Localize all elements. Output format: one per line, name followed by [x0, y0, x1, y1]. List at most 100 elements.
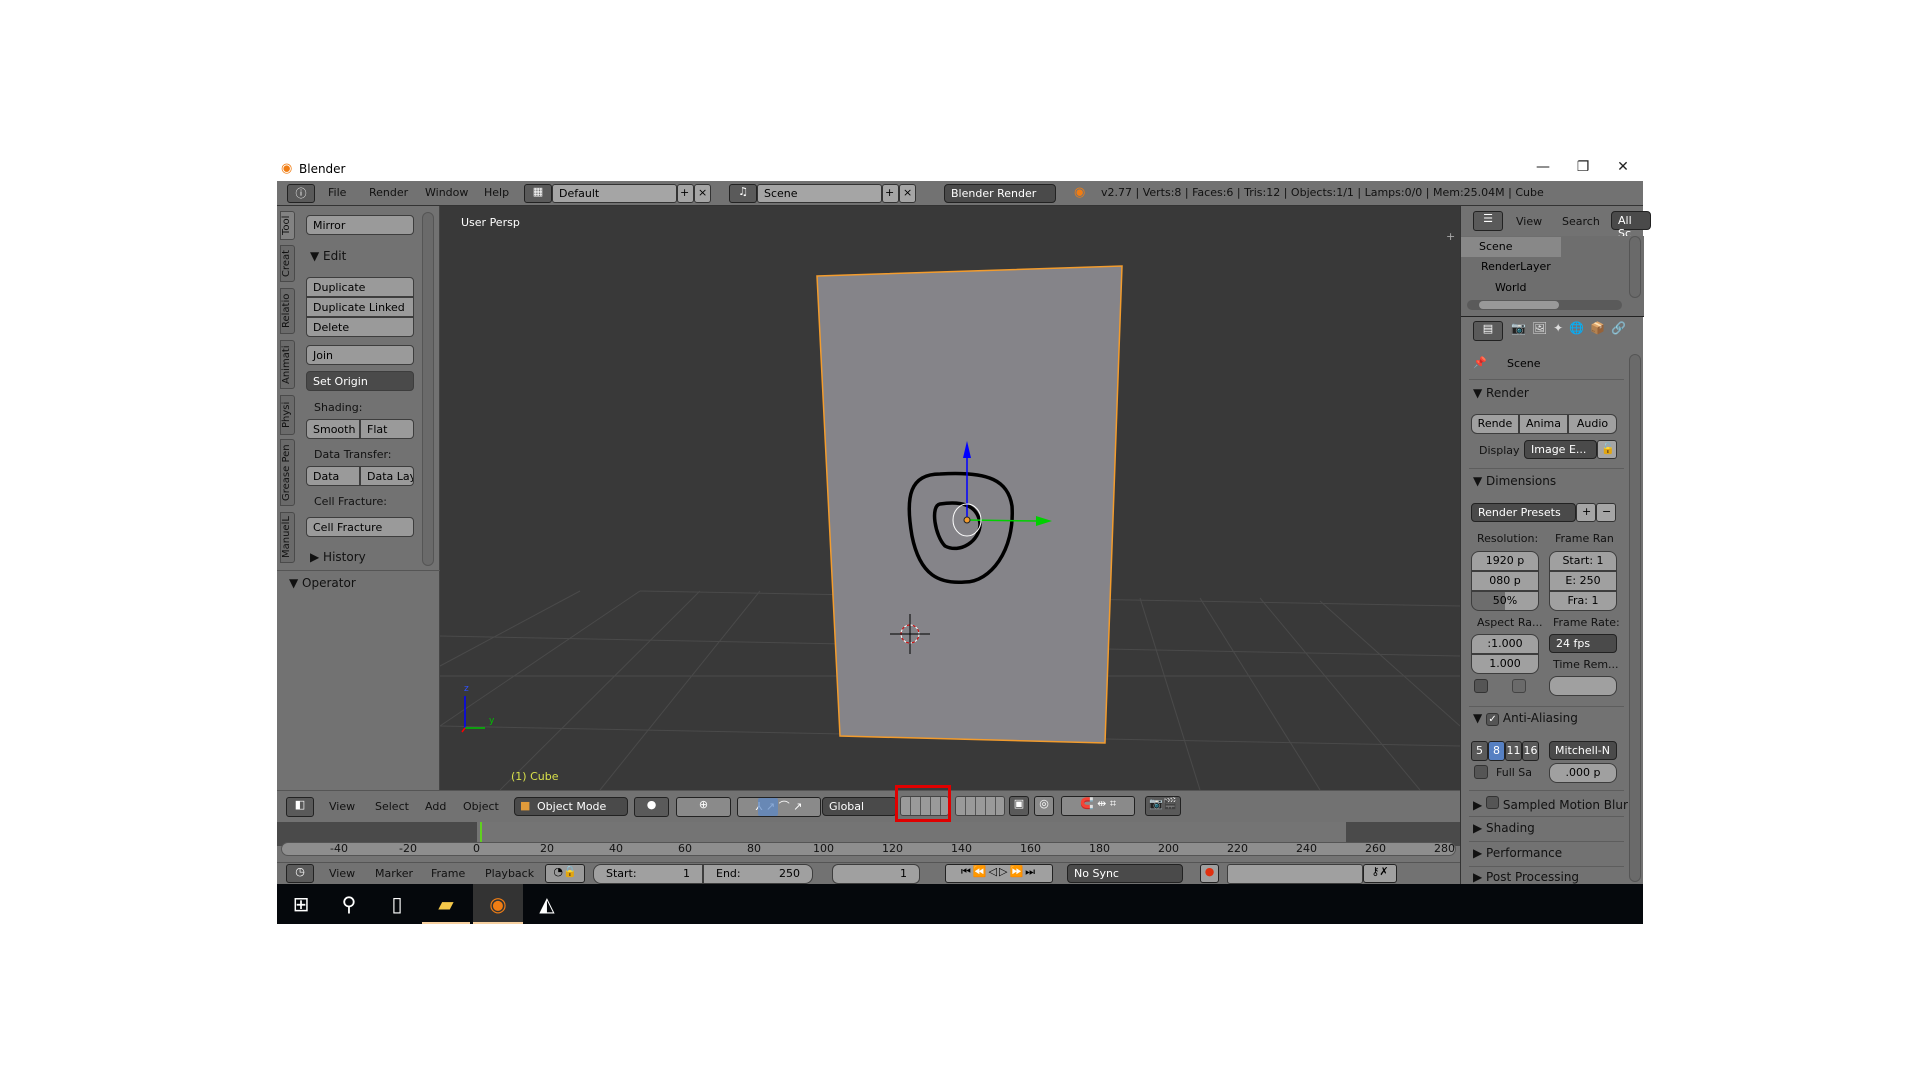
menu-object[interactable]: Object	[463, 800, 499, 813]
tab-physics[interactable]: Physi	[280, 395, 295, 435]
anti-aliasing-panel-header[interactable]: ▼ ✓ Anti-Aliasing	[1473, 711, 1578, 726]
shading-panel-header[interactable]: ▶ Shading	[1473, 821, 1535, 835]
time-remap-fields[interactable]	[1549, 676, 1617, 696]
end-frame-field[interactable]: End: 250	[703, 864, 813, 884]
render-icons[interactable]: 📷🎬	[1145, 796, 1181, 816]
edit-panel-header[interactable]: ▼ Edit	[310, 249, 346, 263]
smooth-button[interactable]: Smooth	[306, 419, 360, 439]
editor-type-info-icon[interactable]: ⓘ	[287, 184, 315, 203]
outliner-hscrollbar[interactable]	[1467, 300, 1622, 310]
manipulator-icons[interactable]: ⅄ ↗ ⌒ ↗	[737, 797, 821, 817]
search-icon[interactable]: ⚲	[325, 884, 373, 924]
start-frame-field[interactable]: Start: 1	[593, 864, 703, 884]
y-axis-manipulator[interactable]	[966, 519, 1039, 522]
scene-icon[interactable]: ♫	[729, 184, 757, 203]
filter-size-field[interactable]: .000 p	[1549, 763, 1617, 783]
pin-icon[interactable]: 📌	[1473, 356, 1487, 369]
menu-render[interactable]: Render	[369, 186, 408, 199]
transform-orientation-select[interactable]: Global	[822, 797, 897, 816]
aa-samples-5[interactable]: 5	[1471, 741, 1488, 761]
layout-icon[interactable]: ▦	[524, 184, 552, 203]
render-panel-header[interactable]: ▼ Render	[1473, 386, 1529, 400]
tab-manuell[interactable]: ManuelL	[280, 512, 295, 563]
data-button[interactable]: Data	[306, 466, 360, 486]
layout-field[interactable]: Default	[552, 184, 677, 203]
history-panel-header[interactable]: ▶ History	[310, 550, 366, 564]
frame-start-field[interactable]: Start: 1	[1549, 551, 1617, 571]
menu-window[interactable]: Window	[425, 186, 468, 199]
menu-select[interactable]: Select	[375, 800, 409, 813]
post-processing-panel-header[interactable]: ▶ Post Processing	[1473, 870, 1579, 884]
file-explorer-icon[interactable]: ▰	[422, 884, 470, 924]
full-sample-checkbox[interactable]	[1474, 765, 1488, 779]
preview-range-lock-icons[interactable]: ◔🔒	[545, 864, 585, 883]
resolution-x-field[interactable]: 1920 p	[1471, 551, 1539, 571]
windows-start-icon[interactable]: ⊞	[277, 884, 325, 924]
data-layout-button[interactable]: Data Lay	[360, 466, 414, 486]
render-animation-button[interactable]: Anima	[1519, 414, 1568, 434]
border-checkbox[interactable]	[1474, 679, 1488, 693]
lock-icon[interactable]: 🔓	[1597, 440, 1617, 459]
task-view-icon[interactable]: ▯	[373, 884, 421, 924]
frame-rate-select[interactable]: 24 fps	[1549, 634, 1617, 653]
tab-grease-pencil[interactable]: Grease Pen	[280, 439, 295, 506]
flat-button[interactable]: Flat	[360, 419, 414, 439]
editor-type-timeline-icon[interactable]: ◷	[286, 864, 314, 883]
anti-aliasing-checkbox[interactable]: ✓	[1486, 713, 1500, 726]
add-layout-button[interactable]: +	[677, 184, 694, 203]
add-scene-button[interactable]: +	[882, 184, 899, 203]
occlude-geometry-icon[interactable]: ▣	[1009, 796, 1029, 816]
render-image-button[interactable]: Rende	[1471, 414, 1519, 434]
resolution-y-field[interactable]: 080 p	[1471, 571, 1539, 591]
outliner-row-world[interactable]: World	[1495, 281, 1527, 294]
properties-scrollbar[interactable]	[1629, 354, 1641, 882]
snap-icons[interactable]: 🧲 ⇹ ⌗	[1061, 796, 1135, 816]
render-presets-select[interactable]: Render Presets	[1471, 503, 1576, 522]
proportional-edit-icon[interactable]: ◎	[1034, 796, 1054, 816]
playback-controls[interactable]: ⏮⏪◁▷⏩⏭	[945, 864, 1053, 883]
audio-button[interactable]: Audio	[1568, 414, 1617, 434]
duplicate-linked-button[interactable]: Duplicate Linked	[306, 297, 414, 317]
display-select[interactable]: Image E...	[1524, 440, 1597, 459]
outliner-menu-search[interactable]: Search	[1562, 215, 1600, 228]
remove-scene-button[interactable]: ×	[899, 184, 916, 203]
outliner-menu-view[interactable]: View	[1516, 215, 1542, 228]
menu-help[interactable]: Help	[484, 186, 509, 199]
editor-type-outliner-icon[interactable]: ☰	[1473, 211, 1503, 231]
aa-samples-16[interactable]: 16	[1522, 741, 1539, 761]
timeline-ruler[interactable]	[281, 842, 1456, 856]
aspect-x-field[interactable]: :1.000	[1471, 634, 1539, 654]
minimize-button[interactable]: —	[1523, 159, 1563, 179]
3d-viewport[interactable]: User Persp z y (1) Cube +	[440, 206, 1460, 790]
remove-preset-button[interactable]: −	[1596, 503, 1616, 522]
translate-manipulator-toggle[interactable]	[758, 798, 778, 816]
keyframe-insert-delete-icons[interactable]: ⚷✗	[1363, 864, 1397, 883]
editor-type-3d-view-icon[interactable]: ◧	[286, 797, 314, 817]
scene-field[interactable]: Scene	[757, 184, 882, 203]
resolution-percentage-slider[interactable]: 50%	[1471, 591, 1539, 611]
remove-layout-button[interactable]: ×	[694, 184, 711, 203]
layer-buttons-2[interactable]	[955, 796, 1005, 816]
record-icon[interactable]: ●	[1200, 864, 1219, 883]
aa-filter-select[interactable]: Mitchell-N	[1549, 741, 1617, 760]
outliner-display-mode[interactable]: All Sc	[1611, 211, 1651, 240]
outliner-row-renderlayer[interactable]: RenderLayer	[1481, 260, 1551, 273]
current-frame-field[interactable]: 1	[832, 864, 920, 884]
blender-taskbar-icon[interactable]: ◉	[473, 884, 523, 924]
outliner-scrollbar[interactable]	[1629, 236, 1641, 298]
render-engine-select[interactable]: Blender Render	[944, 184, 1056, 203]
tab-tool[interactable]: Tool	[280, 211, 295, 240]
close-button[interactable]: ✕	[1603, 159, 1643, 179]
set-origin-select[interactable]: Set Origin	[306, 371, 414, 391]
dimensions-panel-header[interactable]: ▼ Dimensions	[1473, 474, 1556, 488]
duplicate-button[interactable]: Duplicate	[306, 277, 414, 297]
menu-playback[interactable]: Playback	[485, 867, 534, 880]
aspect-y-field[interactable]: 1.000	[1471, 654, 1539, 674]
viewport-shading-icon[interactable]: ●	[634, 797, 669, 817]
tab-create[interactable]: Creat	[280, 245, 295, 282]
menu-add[interactable]: Add	[425, 800, 446, 813]
aa-samples-11[interactable]: 11	[1505, 741, 1522, 761]
sampled-motion-blur-panel-header[interactable]: ▶ Sampled Motion Blur	[1473, 796, 1628, 812]
operator-panel-header[interactable]: ▼ Operator	[289, 576, 356, 590]
maximize-button[interactable]: ❐	[1563, 159, 1603, 179]
